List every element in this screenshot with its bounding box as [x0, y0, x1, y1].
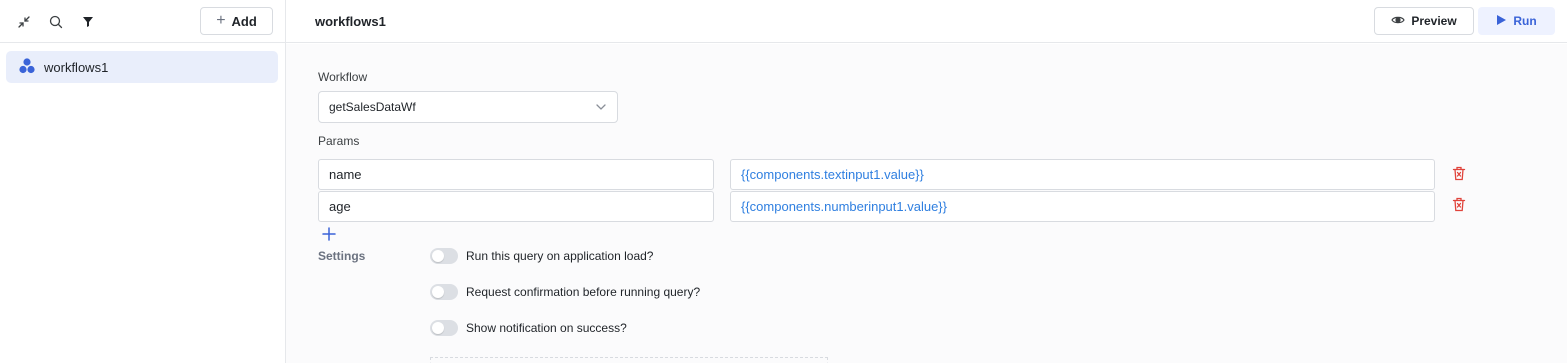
trash-icon[interactable]	[1452, 197, 1468, 213]
run-button-label: Run	[1513, 14, 1537, 28]
query-editor: Workflow getSalesDataWf Params name {{co…	[286, 44, 1567, 363]
param-name-input[interactable]: age	[318, 191, 714, 222]
param-name-value: name	[329, 167, 362, 182]
left-panel: + Add workflows1	[0, 0, 286, 363]
workflow-hexagons-icon	[18, 57, 36, 78]
setting-run-on-load: Run this query on application load?	[430, 248, 653, 264]
run-on-load-toggle[interactable]	[430, 248, 458, 264]
sidebar-item-workflows1[interactable]: workflows1	[6, 51, 278, 83]
params-label: Params	[318, 134, 360, 148]
param-value-text: {{components.textinput1.value}}	[741, 167, 924, 182]
sidebar-item-label: workflows1	[44, 59, 109, 75]
play-icon	[1496, 14, 1507, 29]
run-button[interactable]: Run	[1478, 7, 1555, 35]
plus-icon: +	[216, 12, 226, 29]
query-header: workflows1 Preview Run	[286, 0, 1567, 43]
add-button[interactable]: + Add	[200, 7, 273, 35]
setting-request-confirmation: Request confirmation before running quer…	[430, 284, 700, 300]
dashed-section	[430, 357, 828, 363]
param-value-input[interactable]: {{components.textinput1.value}}	[730, 159, 1435, 190]
trash-icon[interactable]	[1452, 166, 1468, 182]
param-name-value: age	[329, 199, 351, 214]
add-param-plus-icon[interactable]	[322, 227, 336, 241]
add-button-label: Add	[231, 13, 257, 29]
setting-label: Request confirmation before running quer…	[466, 285, 701, 299]
param-name-input[interactable]: name	[318, 159, 714, 190]
eye-icon	[1391, 14, 1406, 29]
param-value-text: {{components.numberinput1.value}}	[741, 199, 947, 214]
collapse-arrows-icon[interactable]	[13, 11, 35, 33]
preview-button-label: Preview	[1411, 14, 1457, 28]
settings-label: Settings	[318, 249, 366, 263]
request-confirmation-toggle[interactable]	[430, 284, 458, 300]
workflow-label: Workflow	[318, 70, 368, 84]
setting-show-notification: Show notification on success?	[430, 320, 627, 336]
search-icon[interactable]	[45, 11, 67, 33]
filter-icon[interactable]	[77, 11, 99, 33]
show-notification-toggle[interactable]	[430, 320, 458, 336]
workflow-select[interactable]: getSalesDataWf	[318, 91, 618, 123]
query-title: workflows1	[315, 14, 386, 29]
chevron-down-icon	[595, 101, 607, 116]
param-value-input[interactable]: {{components.numberinput1.value}}	[730, 191, 1435, 222]
setting-label: Run this query on application load?	[466, 249, 654, 263]
setting-label: Show notification on success?	[466, 321, 627, 335]
left-toolbar: + Add	[0, 0, 285, 43]
preview-button[interactable]: Preview	[1374, 7, 1474, 35]
workflow-select-value: getSalesDataWf	[329, 100, 416, 114]
